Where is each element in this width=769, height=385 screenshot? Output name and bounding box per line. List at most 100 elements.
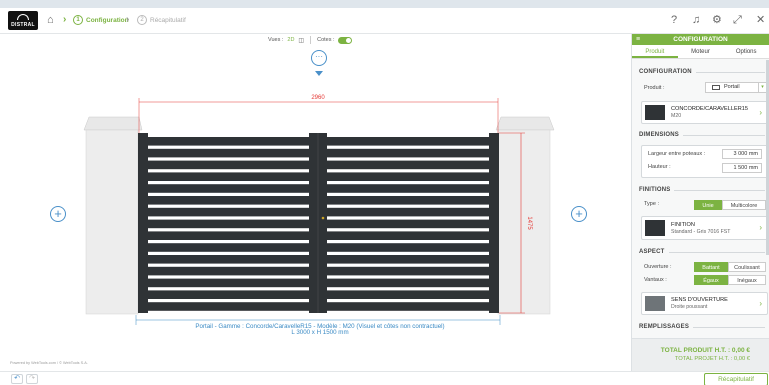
gate-slat <box>327 172 489 181</box>
home-icon[interactable]: ⌂ <box>47 14 59 26</box>
gate-slat <box>148 184 309 193</box>
type-multicolore[interactable]: Multicolore <box>722 200 766 210</box>
type-toggle: Unie Multicolore <box>694 200 766 210</box>
gate-slat <box>327 231 489 240</box>
opening-coulissant[interactable]: Coulissant <box>728 262 766 272</box>
gate-slat <box>148 137 309 146</box>
gate-slat <box>148 172 309 181</box>
width-label: Largeur entre poteaux : <box>648 151 706 157</box>
gate-slat <box>148 219 309 229</box>
finish-card[interactable]: FINITION Standard - Gris 7016 FST › <box>641 216 768 240</box>
tab-moteur[interactable]: Moteur <box>678 45 724 58</box>
gate-slat <box>327 148 489 158</box>
gate-size-caption: L 3000 x H 1500 mm <box>291 329 349 336</box>
redo-icon[interactable]: ↷ <box>26 374 38 384</box>
chevron-right-icon: › <box>759 299 762 308</box>
panel-tabs: Produit Moteur Options <box>632 45 769 59</box>
gate-slat <box>327 219 489 229</box>
top-header: DISTRAL ⌂ › 1 Configuration › 2 Récapitu… <box>0 8 769 34</box>
undo-icon[interactable]: ↶ <box>11 374 23 384</box>
gate-slat <box>327 266 489 276</box>
gate-slat <box>327 207 489 217</box>
expand-icon[interactable]: ⤢ <box>733 14 742 26</box>
width-input[interactable]: 3 000 mm <box>722 149 762 159</box>
step-recapitulatif[interactable]: 2 Récapitulatif <box>137 13 186 27</box>
step-label: Configuration <box>86 16 129 24</box>
chevron-right-icon: › <box>759 223 762 232</box>
gate-viewer: Vues : 2D ◫ Cotes : ··· + + 2960 1475 Po… <box>0 35 631 371</box>
gate-slat <box>148 148 309 158</box>
section-remplissages: REMPLISSAGES <box>639 324 765 330</box>
leaves-toggle: Égaux Inégaux <box>694 275 766 285</box>
section-finitions: FINITIONS <box>639 187 765 193</box>
section-title: REMPLISSAGES <box>639 324 690 330</box>
leaves-label: Vantaux : <box>644 277 667 283</box>
section-divider <box>693 326 765 328</box>
product-select[interactable]: Portail ▾ <box>705 82 767 93</box>
section-divider <box>695 71 765 73</box>
section-divider <box>683 134 765 136</box>
model-thumbnail <box>645 105 665 120</box>
opening-toggle: Battant Coulissant <box>694 262 766 272</box>
dim-height-label: 1475 <box>526 216 532 230</box>
section-dimensions: DIMENSIONS <box>639 132 765 138</box>
gate-slat <box>148 160 309 170</box>
leaves-egaux[interactable]: Égaux <box>694 275 728 285</box>
recap-button[interactable]: Récapitulatif <box>704 373 768 385</box>
left-pillar-cap <box>83 116 143 131</box>
distral-logo[interactable]: DISTRAL <box>8 11 38 30</box>
gate-slat <box>148 266 309 276</box>
panel-header: ≡ CONFIGURATION <box>632 34 769 45</box>
tab-produit[interactable]: Produit <box>632 45 678 58</box>
height-input[interactable]: 1 500 mm <box>722 163 762 173</box>
menu-icon[interactable]: ≡ <box>636 34 640 45</box>
section-title: DIMENSIONS <box>639 132 680 138</box>
gate-slat <box>327 184 489 193</box>
gate-slat <box>327 290 489 299</box>
gate-slat <box>148 278 309 288</box>
help-icon[interactable]: ? <box>671 14 677 26</box>
section-aspect: ASPECT <box>639 249 765 255</box>
total-project: TOTAL PROJET H.T. : 0,00 € <box>674 356 750 362</box>
finish-name: FINITION <box>671 222 695 228</box>
section-divider <box>668 251 765 253</box>
logo-text: DISTRAL <box>11 22 35 28</box>
direction-sub: Droite poussant <box>671 304 708 310</box>
powered-by: Powered by WebTools.com / © WebTools S.A… <box>10 361 88 365</box>
bell-icon[interactable]: ♫ <box>692 14 700 26</box>
model-name: CONCORDE/CARAVELLER15 <box>671 106 748 112</box>
tab-options[interactable]: Options <box>723 45 769 58</box>
gear-icon[interactable]: ⚙ <box>712 14 722 26</box>
type-unie[interactable]: Unie <box>694 200 722 210</box>
gate-slat <box>148 207 309 217</box>
section-title: CONFIGURATION <box>639 69 692 75</box>
section-title: ASPECT <box>639 249 665 255</box>
bottom-bar: ↶ ↷ Récapitulatif <box>0 371 769 385</box>
direction-card[interactable]: SENS D'OUVERTURE Droite poussant › <box>641 292 768 315</box>
leaves-inegaux[interactable]: Inégaux <box>728 275 766 285</box>
config-panel: ≡ CONFIGURATION Produit Moteur Options C… <box>631 34 769 371</box>
totals-box: TOTAL PRODUIT H.T. : 0,00 € TOTAL PROJET… <box>632 338 769 371</box>
chevron-down-icon: ▾ <box>758 83 766 92</box>
gate-slat <box>327 160 489 170</box>
model-card[interactable]: CONCORDE/CARAVELLER15 M20 › <box>641 101 768 124</box>
section-divider <box>674 189 765 191</box>
gate-slat <box>327 278 489 288</box>
gate-slat <box>148 302 309 311</box>
total-product: TOTAL PRODUIT H.T. : 0,00 € <box>660 347 750 354</box>
gate-slat <box>327 255 489 264</box>
product-value: Portail <box>724 84 740 90</box>
step-number: 1 <box>73 15 83 25</box>
opening-battant[interactable]: Battant <box>694 262 728 272</box>
close-icon[interactable]: ✕ <box>756 14 765 26</box>
opening-label: Ouverture : <box>644 264 672 270</box>
section-title: FINITIONS <box>639 187 671 193</box>
gate-slat <box>148 255 309 264</box>
chevron-right-icon: › <box>759 108 762 117</box>
gate-icon <box>712 85 720 90</box>
gate-slat <box>148 243 309 252</box>
right-pillar <box>497 129 551 315</box>
gate-slat <box>327 196 489 205</box>
right-pillar-cap <box>495 116 555 131</box>
step-configuration[interactable]: 1 Configuration <box>73 13 129 27</box>
